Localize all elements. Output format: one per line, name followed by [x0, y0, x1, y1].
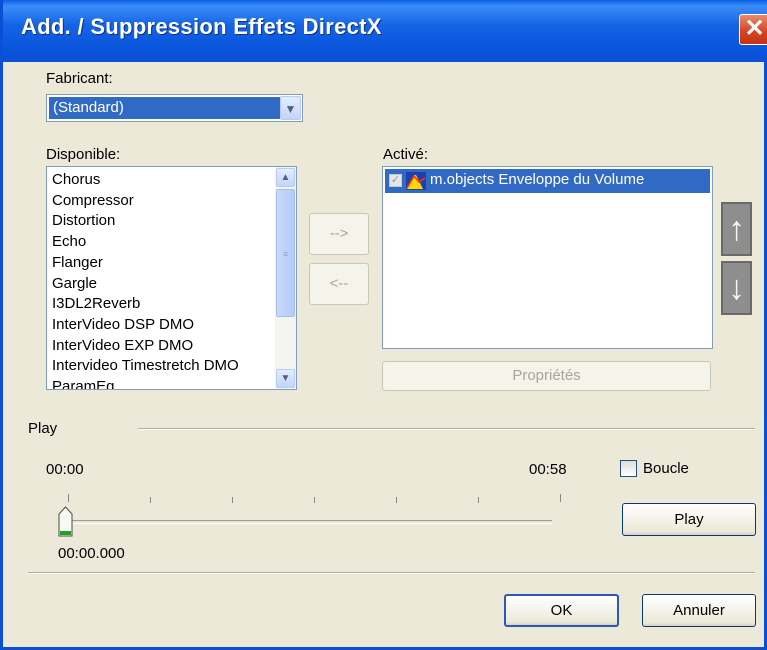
end-time: 00:58: [529, 461, 567, 478]
window-title: Add. / Suppression Effets DirectX: [21, 14, 382, 39]
available-effect-item[interactable]: Distortion: [47, 211, 275, 232]
properties-button[interactable]: Propriétés: [382, 361, 711, 391]
available-effect-item[interactable]: I3DL2Reverb: [47, 294, 275, 315]
volume-envelope-icon: [406, 172, 426, 190]
move-down-button[interactable]: ↓: [721, 261, 752, 315]
ok-button[interactable]: OK: [504, 594, 619, 627]
timeline-tick: [560, 494, 561, 502]
available-effect-item[interactable]: Echo: [47, 232, 275, 253]
start-time: 00:00: [46, 461, 84, 478]
available-effect-item[interactable]: Flanger: [47, 253, 275, 274]
available-effect-item[interactable]: Compressor: [47, 191, 275, 212]
timeline-tick: [478, 497, 479, 503]
available-effect-item[interactable]: Intervideo Timestretch DMO: [47, 356, 275, 377]
remove-effect-button[interactable]: <--: [309, 263, 369, 305]
active-effect-label: m.objects Enveloppe du Volume: [430, 171, 645, 188]
timeline-tick: [232, 497, 233, 503]
timeline-tick: [396, 497, 397, 503]
available-effect-item[interactable]: ParamEq: [47, 377, 275, 389]
scroll-thumb[interactable]: ≡: [276, 189, 295, 317]
timeline-tick: [68, 494, 69, 502]
available-list-scrollbar[interactable]: ▲ ≡ ▼: [275, 167, 296, 389]
timeline-tick: [150, 497, 151, 503]
manufacturer-value: (Standard): [49, 97, 280, 119]
close-icon: ✕: [744, 15, 765, 42]
available-label: Disponible:: [46, 146, 121, 163]
active-label: Activé:: [383, 146, 429, 163]
available-effect-item[interactable]: Gargle: [47, 274, 275, 295]
loop-checkbox[interactable]: [620, 460, 637, 477]
close-button[interactable]: ✕: [739, 14, 767, 45]
play-section-label: Play: [28, 420, 58, 437]
chevron-down-icon[interactable]: ▼: [280, 96, 301, 120]
dialog-window: Add. / Suppression Effets DirectX ✕ Fabr…: [0, 0, 767, 650]
manufacturer-select[interactable]: (Standard) ▼: [46, 94, 303, 122]
timeline-tick: [314, 497, 315, 503]
available-effects-list[interactable]: Chorus Compressor Distortion Echo Flanger Gar…: [46, 166, 297, 390]
available-effect-item[interactable]: InterVideo EXP DMO: [47, 336, 275, 357]
footer-divider: [28, 572, 755, 574]
arrow-down-icon: ↓: [728, 269, 745, 307]
add-effect-button[interactable]: -->: [309, 213, 369, 255]
loop-label: Boucle: [643, 460, 689, 477]
active-effect-row[interactable]: ✓ m.objects Enveloppe du Volume: [385, 169, 710, 193]
timeline-track[interactable]: [66, 520, 552, 524]
effect-enabled-checkbox[interactable]: ✓: [389, 174, 402, 187]
scroll-up-icon[interactable]: ▲: [276, 168, 295, 187]
active-effects-list[interactable]: ✓ m.objects Enveloppe du Volume: [382, 166, 713, 349]
title-bar[interactable]: Add. / Suppression Effets DirectX: [3, 0, 767, 62]
available-effect-item[interactable]: InterVideo DSP DMO: [47, 315, 275, 336]
play-button[interactable]: Play: [622, 503, 756, 536]
scroll-down-icon[interactable]: ▼: [276, 369, 295, 388]
manufacturer-label: Fabricant:: [46, 70, 113, 87]
arrow-up-icon: ↑: [728, 210, 745, 248]
timeline-slider-thumb[interactable]: [58, 506, 73, 538]
cancel-button[interactable]: Annuler: [642, 594, 756, 627]
play-section-divider: [138, 428, 755, 430]
available-effect-item[interactable]: Chorus: [47, 170, 275, 191]
move-up-button[interactable]: ↑: [721, 202, 752, 256]
current-position: 00:00.000: [58, 545, 125, 562]
